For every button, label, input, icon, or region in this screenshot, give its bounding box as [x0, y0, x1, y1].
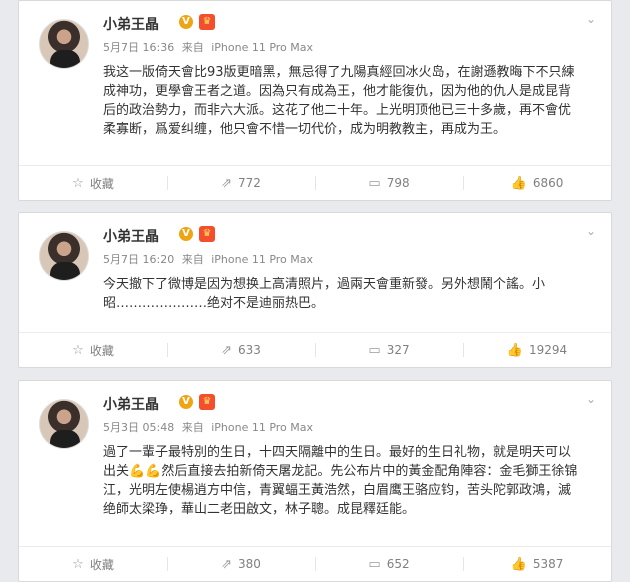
source-prefix: 来自 [181, 41, 204, 54]
like-button[interactable]: 👍 19294 [463, 333, 611, 367]
comment-icon: ▭ [368, 556, 381, 572]
verified-icon: V [179, 15, 193, 29]
like-count: 5387 [532, 557, 564, 571]
like-count: 19294 [529, 343, 568, 357]
star-icon: ☆ [72, 175, 84, 191]
card-body: 小弟王晶 V ♛ ⌄ 5月3日 05:48 来自 iPhone 11 Pro M… [19, 381, 611, 547]
avatar[interactable] [39, 399, 89, 449]
post-source[interactable]: iPhone 11 Pro Max [211, 421, 313, 434]
comment-icon: ▭ [368, 175, 381, 191]
post-actions: ☆ 收藏 ⇗ 772 ▭ 798 👍 6860 [19, 165, 611, 200]
like-button[interactable]: 👍 5387 [463, 547, 611, 581]
post-text: 我这一版倚天會比93版更暗黑，無忌得了九陽真經回冰火岛，在謝遜教晦下不只練成神功… [103, 65, 575, 137]
avatar-figure [50, 50, 80, 68]
thumbs-up-icon: 👍 [510, 556, 527, 572]
repost-icon: ⇗ [221, 556, 232, 572]
favorite-button[interactable]: ☆ 收藏 [19, 166, 167, 200]
repost-button[interactable]: ⇗ 380 [167, 547, 315, 581]
favorite-label: 收藏 [89, 557, 114, 572]
thumbs-up-icon: 👍 [506, 342, 523, 358]
comment-count: 798 [386, 176, 410, 190]
post-meta: 5月3日 05:48 来自 iPhone 11 Pro Max [103, 419, 317, 435]
username[interactable]: 小弟王晶 [103, 14, 159, 34]
card-body: 小弟王晶 V ♛ ⌄ 5月7日 16:36 来自 iPhone 11 Pro M… [19, 1, 611, 166]
post-text: 過了一輩子最特別的生日，十四天隔離中的生日。最好的生日礼物，就是明天可以出关💪💪… [103, 445, 578, 517]
repost-count: 633 [238, 343, 261, 357]
post-source[interactable]: iPhone 11 Pro Max [211, 41, 313, 54]
chevron-down-icon[interactable]: ⌄ [585, 13, 597, 25]
like-count: 6860 [532, 176, 564, 190]
repost-button[interactable]: ⇗ 633 [167, 333, 315, 367]
favorite-button[interactable]: ☆ 收藏 [19, 547, 167, 581]
star-icon: ☆ [72, 342, 84, 358]
comment-button[interactable]: ▭ 327 [315, 333, 463, 367]
verified-icon: V [179, 227, 193, 241]
post-text: 今天撤下了微博是因为想换上高清照片，過兩天會重新發。另外想鬧个謠。小昭……………… [103, 277, 546, 311]
favorite-button[interactable]: ☆ 收藏 [19, 333, 167, 367]
post-time[interactable]: 5月3日 05:48 [103, 421, 174, 434]
username[interactable]: 小弟王晶 [103, 226, 159, 246]
source-prefix: 来自 [181, 253, 204, 266]
repost-button[interactable]: ⇗ 772 [167, 166, 315, 200]
post-actions: ☆ 收藏 ⇗ 380 ▭ 652 👍 5387 [19, 546, 611, 581]
avatar[interactable] [39, 19, 89, 69]
comment-button[interactable]: ▭ 652 [315, 547, 463, 581]
post-time[interactable]: 5月7日 16:36 [103, 41, 174, 54]
comment-button[interactable]: ▭ 798 [315, 166, 463, 200]
vip-icon: ♛ [199, 394, 215, 410]
verified-icon: V [179, 395, 193, 409]
weibo-card: 小弟王晶 V ♛ ⌄ 5月7日 16:36 来自 iPhone 11 Pro M… [18, 0, 612, 201]
star-icon: ☆ [72, 556, 84, 572]
comment-count: 327 [386, 343, 410, 357]
vip-icon: ♛ [199, 226, 215, 242]
comment-count: 652 [386, 557, 410, 571]
post-actions: ☆ 收藏 ⇗ 633 ▭ 327 👍 19294 [19, 332, 611, 367]
favorite-label: 收藏 [89, 343, 114, 358]
post-source[interactable]: iPhone 11 Pro Max [211, 253, 313, 266]
comment-icon: ▭ [368, 342, 381, 358]
vip-icon: ♛ [199, 14, 215, 30]
avatar-figure [50, 430, 80, 448]
avatar-figure [50, 262, 80, 280]
post-meta: 5月7日 16:36 来自 iPhone 11 Pro Max [103, 39, 317, 55]
card-body: 小弟王晶 V ♛ ⌄ 5月7日 16:20 来自 iPhone 11 Pro M… [19, 213, 611, 333]
avatar[interactable] [39, 231, 89, 281]
post-meta: 5月7日 16:20 来自 iPhone 11 Pro Max [103, 251, 317, 267]
favorite-label: 收藏 [89, 176, 114, 191]
like-button[interactable]: 👍 6860 [463, 166, 611, 200]
post-time[interactable]: 5月7日 16:20 [103, 253, 174, 266]
weibo-card: 小弟王晶 V ♛ ⌄ 5月3日 05:48 来自 iPhone 11 Pro M… [18, 380, 612, 582]
source-prefix: 来自 [181, 421, 204, 434]
chevron-down-icon[interactable]: ⌄ [585, 393, 597, 405]
username[interactable]: 小弟王晶 [103, 394, 159, 414]
weibo-card: 小弟王晶 V ♛ ⌄ 5月7日 16:20 来自 iPhone 11 Pro M… [18, 212, 612, 368]
repost-count: 380 [238, 557, 261, 571]
repost-icon: ⇗ [221, 175, 232, 191]
repost-count: 772 [238, 176, 261, 190]
thumbs-up-icon: 👍 [510, 175, 527, 191]
repost-icon: ⇗ [221, 342, 232, 358]
chevron-down-icon[interactable]: ⌄ [585, 225, 597, 237]
